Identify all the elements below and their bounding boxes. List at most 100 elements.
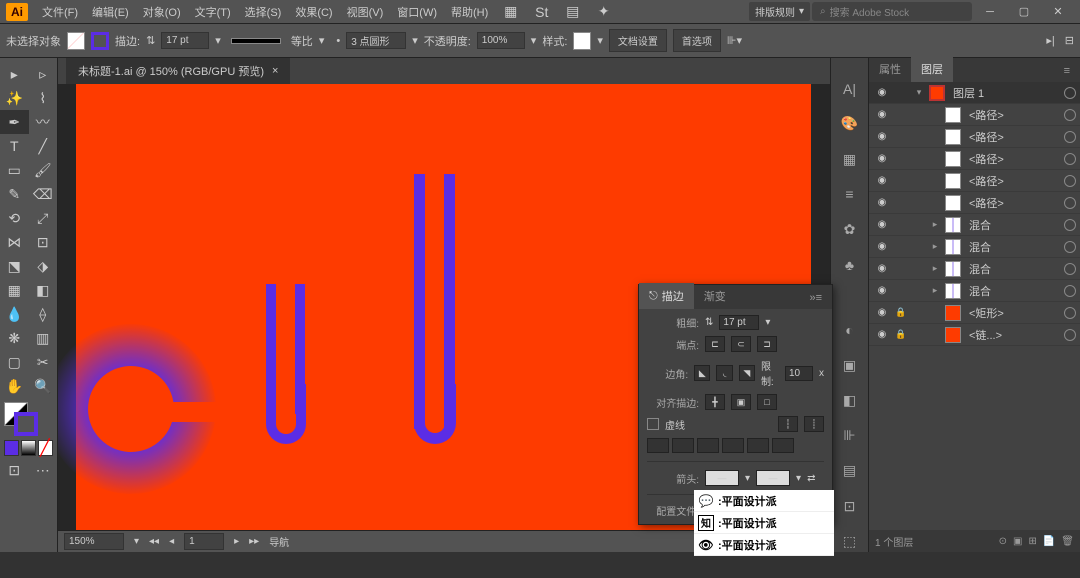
- tab-gradient[interactable]: 渐变: [694, 283, 736, 309]
- properties-icon[interactable]: A|: [837, 78, 863, 99]
- perspective-tool[interactable]: ⬗: [29, 254, 58, 278]
- bridge-icon[interactable]: ▦: [496, 0, 525, 24]
- visibility-icon[interactable]: ◉: [873, 150, 891, 168]
- style-swatch[interactable]: [573, 32, 591, 50]
- locate-icon[interactable]: ⊙: [999, 536, 1007, 547]
- brush-input[interactable]: [346, 32, 406, 49]
- menu-help[interactable]: 帮助(H): [445, 2, 494, 22]
- target-icon[interactable]: [1064, 131, 1076, 143]
- target-icon[interactable]: [1064, 175, 1076, 187]
- slice-tool[interactable]: ✂: [29, 350, 58, 374]
- stock-icon[interactable]: St: [527, 0, 556, 24]
- blend-tool[interactable]: ⟠: [29, 302, 58, 326]
- cap-butt-icon[interactable]: ⊏: [705, 336, 725, 352]
- tab-stroke[interactable]: ⎋描边: [639, 283, 694, 309]
- dash-input[interactable]: [747, 438, 769, 453]
- corner-miter-icon[interactable]: ◣: [694, 365, 710, 381]
- curvature-tool[interactable]: 〰: [29, 110, 58, 134]
- dash-align-icon[interactable]: ┆: [778, 416, 798, 432]
- target-icon[interactable]: [1064, 285, 1076, 297]
- workspace-switcher[interactable]: 排版规则 ▾: [749, 2, 810, 21]
- menu-view[interactable]: 视图(V): [341, 2, 390, 22]
- stroke-swatch[interactable]: [91, 32, 109, 50]
- symbols-icon[interactable]: ✿: [837, 219, 863, 240]
- visibility-icon[interactable]: ◉: [873, 238, 891, 256]
- align-center-icon[interactable]: ╋: [705, 394, 725, 410]
- close-tab-icon[interactable]: ×: [272, 65, 278, 77]
- expand-icon[interactable]: ▸: [929, 285, 941, 296]
- libraries-icon[interactable]: ⬚: [837, 531, 863, 552]
- mesh-tool[interactable]: ▦: [0, 278, 29, 302]
- cap-round-icon[interactable]: ⊂: [731, 336, 751, 352]
- lasso-tool[interactable]: ⌇: [29, 86, 58, 110]
- opacity-input[interactable]: [477, 32, 525, 49]
- eraser-tool[interactable]: ⌫: [29, 182, 58, 206]
- collapse-icon[interactable]: ⊟: [1065, 34, 1074, 47]
- visibility-icon[interactable]: ◉: [873, 304, 891, 322]
- clip-mask-icon[interactable]: ▣: [1013, 536, 1022, 547]
- direct-selection-tool[interactable]: ▹: [29, 62, 58, 86]
- swatches-icon[interactable]: ▦: [837, 148, 863, 169]
- rotate-tool[interactable]: ⟲: [0, 206, 29, 230]
- expand-icon[interactable]: ▸: [929, 241, 941, 252]
- swap-icon[interactable]: ⇄: [807, 473, 815, 484]
- sublayer-row[interactable]: ◉▸混合: [869, 214, 1080, 236]
- sublayer-row[interactable]: ◉▸混合: [869, 280, 1080, 302]
- line-tool[interactable]: ╱: [29, 134, 58, 158]
- zoom-input[interactable]: [64, 533, 124, 550]
- target-icon[interactable]: [1064, 153, 1076, 165]
- new-layer-icon[interactable]: 📄: [1043, 536, 1055, 547]
- rectangle-tool[interactable]: ▭: [0, 158, 29, 182]
- sublayer-row[interactable]: ◉🔒<矩形>: [869, 302, 1080, 324]
- tab-layers[interactable]: 图层: [911, 56, 953, 82]
- expand-icon[interactable]: ▸: [929, 263, 941, 274]
- selection-tool[interactable]: ▸: [0, 62, 29, 86]
- scale-tool[interactable]: ⤢: [29, 206, 58, 230]
- gpu-icon[interactable]: ✦: [589, 0, 618, 24]
- close-button[interactable]: ✕: [1042, 0, 1074, 24]
- target-icon[interactable]: [1064, 241, 1076, 253]
- chevron-down-icon[interactable]: ▾: [319, 34, 325, 47]
- layer-row[interactable]: ◉▾图层 1: [869, 82, 1080, 104]
- symbol-sprayer-tool[interactable]: ❋: [0, 326, 29, 350]
- pathfinder-icon[interactable]: ▤: [837, 460, 863, 481]
- target-icon[interactable]: [1064, 329, 1076, 341]
- tab-properties[interactable]: 属性: [869, 56, 911, 82]
- dash-input[interactable]: [697, 438, 719, 453]
- limit-input[interactable]: [785, 366, 813, 381]
- target-icon[interactable]: [1064, 263, 1076, 275]
- gap-input[interactable]: [672, 438, 694, 453]
- appearance-icon[interactable]: ◐: [837, 320, 863, 341]
- graphic-styles-icon[interactable]: ▣: [837, 355, 863, 376]
- menu-type[interactable]: 文字(T): [189, 2, 237, 22]
- eyedropper-tool[interactable]: 💧: [0, 302, 29, 326]
- menu-effect[interactable]: 效果(C): [289, 2, 338, 22]
- target-icon[interactable]: [1064, 109, 1076, 121]
- menu-select[interactable]: 选择(S): [239, 2, 288, 22]
- visibility-icon[interactable]: ◉: [873, 194, 891, 212]
- brush-preview[interactable]: [231, 38, 281, 44]
- arrow-end[interactable]: —: [756, 470, 790, 486]
- artboard-nav-icon[interactable]: ◂: [169, 536, 174, 547]
- panel-toggle-icon[interactable]: ▸|: [1046, 34, 1054, 47]
- free-transform-tool[interactable]: ⊡: [29, 230, 58, 254]
- fill-stroke-indicator[interactable]: [0, 398, 57, 438]
- magic-wand-tool[interactable]: ✨: [0, 86, 29, 110]
- asset-export-icon[interactable]: ⊡: [837, 496, 863, 517]
- shape-builder-tool[interactable]: ⬔: [0, 254, 29, 278]
- chevron-down-icon[interactable]: ▾: [597, 34, 603, 47]
- expand-icon[interactable]: ▸: [929, 219, 941, 230]
- brushes-icon[interactable]: ≡: [837, 184, 863, 205]
- menu-window[interactable]: 窗口(W): [391, 2, 443, 22]
- document-setup-button[interactable]: 文档设置: [609, 29, 667, 52]
- screen-mode-icon[interactable]: ⊡: [0, 458, 29, 482]
- artboard-nav-prev-icon[interactable]: ◂◂: [149, 536, 159, 547]
- document-tab[interactable]: 未标题-1.ai @ 150% (RGB/GPU 预览)×: [66, 58, 290, 84]
- dash-input[interactable]: [647, 438, 669, 453]
- cap-square-icon[interactable]: ⊐: [757, 336, 777, 352]
- chevron-down-icon[interactable]: ▾: [765, 317, 770, 328]
- artboard-nav-next-icon[interactable]: ▸▸: [249, 536, 259, 547]
- weight-input[interactable]: [719, 315, 759, 330]
- target-icon[interactable]: [1064, 307, 1076, 319]
- arrow-start[interactable]: —: [705, 470, 739, 486]
